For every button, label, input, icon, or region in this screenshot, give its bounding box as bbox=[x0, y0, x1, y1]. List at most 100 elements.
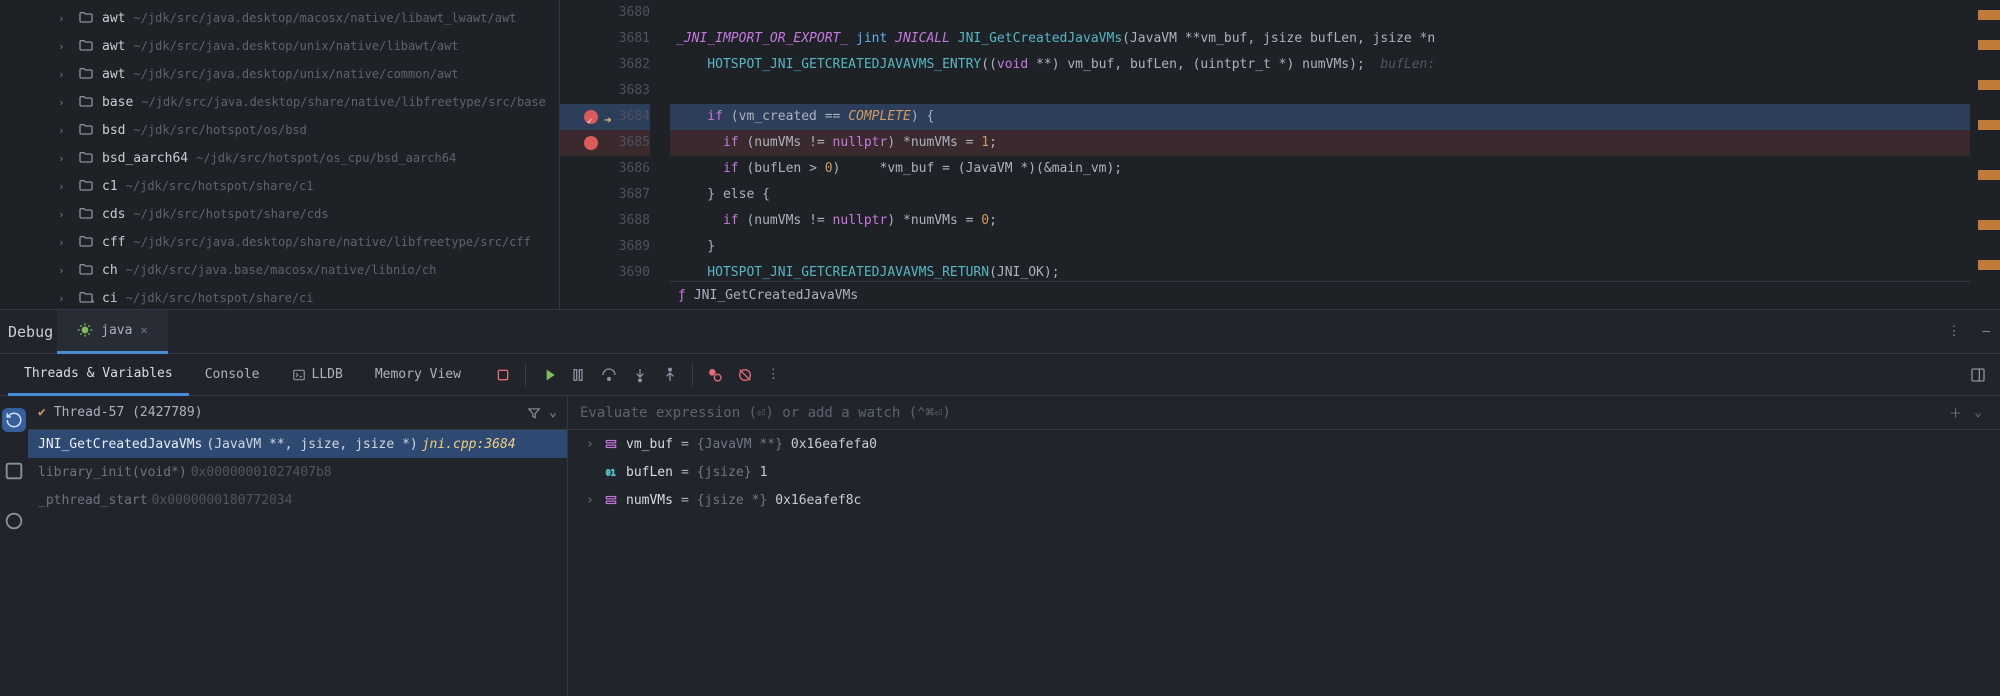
tab-memory-view[interactable]: Memory View bbox=[359, 354, 477, 396]
chevron-right-icon: › bbox=[58, 68, 70, 81]
tree-item-name: cds bbox=[102, 207, 125, 222]
mute-breakpoints-button[interactable] bbox=[737, 367, 753, 383]
editor-breadcrumb[interactable]: ƒ JNI_GetCreatedJavaVMs bbox=[670, 281, 1970, 309]
tree-item[interactable]: ›c1~/jdk/src/hotspot/share/c1 bbox=[0, 172, 559, 200]
tree-item-name: ci bbox=[102, 291, 118, 306]
tab-console[interactable]: Console bbox=[189, 354, 276, 396]
chevron-right-icon[interactable]: › bbox=[586, 493, 596, 508]
variable-value: 1 bbox=[760, 465, 768, 480]
tab-lldb[interactable]: LLDB bbox=[276, 354, 359, 396]
line-number: 3681 bbox=[560, 26, 650, 52]
more-icon[interactable]: ⋮ bbox=[1940, 324, 1968, 339]
frames-panel: ✔ Thread-57 (2427789) ⌄ JNI_GetCreatedJa… bbox=[28, 396, 568, 696]
stack-frame[interactable]: _pthread_start 0x0000000180772034 bbox=[28, 486, 567, 514]
chevron-right-icon: › bbox=[58, 124, 70, 137]
minimap[interactable] bbox=[1970, 0, 2000, 309]
add-watch-icon[interactable]: ＋ bbox=[1943, 403, 1968, 422]
evaluate-expression-input[interactable] bbox=[580, 405, 1943, 421]
tree-item-path: ~/jdk/src/hotspot/os/bsd bbox=[133, 123, 306, 137]
variable-row[interactable]: 01 bufLen = {jsize} 1 bbox=[568, 458, 2000, 486]
variable-row[interactable]: › vm_buf = {JavaVM **} 0x16eafefa0 bbox=[568, 430, 2000, 458]
code-line: if (bufLen > 0) *vm_buf = (JavaVM *)(&ma… bbox=[670, 156, 1970, 182]
rerun-icon[interactable] bbox=[2, 408, 26, 432]
folder-icon bbox=[78, 94, 94, 110]
line-number: 3689 bbox=[560, 234, 650, 260]
minimize-icon[interactable]: — bbox=[1972, 324, 2000, 339]
breadcrumb-function: JNI_GetCreatedJavaVMs bbox=[694, 288, 858, 303]
tree-item-path: ~/jdk/src/java.desktop/share/native/libf… bbox=[141, 95, 546, 109]
resume-button[interactable] bbox=[540, 367, 556, 383]
breakpoint-icon[interactable] bbox=[584, 110, 598, 124]
code-line: } else { bbox=[670, 182, 1970, 208]
tree-item-name: awt bbox=[102, 39, 125, 54]
close-icon[interactable]: ✕ bbox=[140, 323, 147, 337]
code-line: if (numVMs != nullptr) *numVMs = 0; bbox=[670, 208, 1970, 234]
debug-body: ✔ Thread-57 (2427789) ⌄ JNI_GetCreatedJa… bbox=[0, 396, 2000, 696]
more-actions-icon[interactable]: ⋮ bbox=[767, 367, 780, 382]
tree-item-name: awt bbox=[102, 67, 125, 82]
evaluate-expression-row: ＋ ⌄ bbox=[568, 396, 2000, 430]
run-config-tabs: Debug java ✕ ⋮ — bbox=[0, 310, 2000, 354]
tree-item[interactable]: ›bsd~/jdk/src/hotspot/os/bsd bbox=[0, 116, 559, 144]
function-icon: ƒ bbox=[678, 288, 686, 303]
chevron-right-icon: › bbox=[58, 236, 70, 249]
project-tree[interactable]: ›awt~/jdk/src/java.desktop/macosx/native… bbox=[0, 0, 560, 309]
tree-item-path: ~/jdk/src/java.base/macosx/native/libnio… bbox=[126, 263, 437, 277]
chevron-right-icon: › bbox=[58, 152, 70, 165]
chevron-down-icon[interactable]: ⌄ bbox=[549, 405, 557, 420]
tree-item-name: bsd_aarch64 bbox=[102, 151, 188, 166]
tree-item[interactable]: ›cff~/jdk/src/java.desktop/share/native/… bbox=[0, 228, 559, 256]
code-content[interactable]: _JNI_IMPORT_OR_EXPORT_ jint JNICALL JNI_… bbox=[670, 0, 1970, 309]
folder-icon bbox=[78, 178, 94, 194]
thread-selector[interactable]: ✔ Thread-57 (2427789) ⌄ bbox=[28, 396, 567, 430]
breakpoint-icon[interactable] bbox=[584, 136, 598, 150]
stop-button[interactable] bbox=[495, 367, 511, 383]
debug-title: Debug bbox=[8, 323, 53, 341]
filter-icon[interactable] bbox=[527, 406, 541, 420]
check-icon: ✔ bbox=[38, 405, 46, 420]
tree-item-path: ~/jdk/src/hotspot/os_cpu/bsd_aarch64 bbox=[196, 151, 456, 165]
step-out-button[interactable] bbox=[662, 367, 678, 383]
chevron-right-icon: › bbox=[58, 264, 70, 277]
editor-gutter[interactable]: 3680 3681 3682 3683 ➔3684 3685 3686 3687… bbox=[560, 0, 670, 309]
bug-icon bbox=[77, 322, 93, 338]
tree-item[interactable]: › bsd_aarch64 ~/jdk/src/hotspot/os_cpu/bsd… bbox=[0, 144, 559, 172]
tree-item[interactable]: ›cds~/jdk/src/hotspot/share/cds bbox=[0, 200, 559, 228]
layout-settings-icon[interactable] bbox=[1970, 367, 2000, 383]
frame-function: _pthread_start bbox=[38, 493, 148, 508]
folder-icon bbox=[78, 38, 94, 54]
tree-item[interactable]: ›base~/jdk/src/java.desktop/share/native… bbox=[0, 88, 559, 116]
line-number: 3690 bbox=[560, 260, 650, 286]
tree-item[interactable]: ›awt~/jdk/src/java.desktop/unix/native/l… bbox=[0, 32, 559, 60]
stack-frame[interactable]: library_init(void*) 0x00000001027407b8 bbox=[28, 458, 567, 486]
code-editor[interactable]: 3680 3681 3682 3683 ➔3684 3685 3686 3687… bbox=[560, 0, 2000, 309]
variable-type: {JavaVM **} bbox=[697, 437, 783, 452]
tree-item[interactable]: ›ch~/jdk/src/java.base/macosx/native/lib… bbox=[0, 256, 559, 284]
code-line: } bbox=[670, 234, 1970, 260]
frame-address: 0x00000001027407b8 bbox=[191, 465, 332, 480]
run-config-tab[interactable]: java ✕ bbox=[57, 310, 168, 354]
line-number: 3686 bbox=[560, 156, 650, 182]
primitive-icon: 01 bbox=[604, 465, 618, 479]
settings-icon[interactable] bbox=[3, 460, 25, 482]
tree-item[interactable]: ›awt~/jdk/src/java.desktop/unix/native/c… bbox=[0, 60, 559, 88]
variable-row[interactable]: › numVMs = {jsize *} 0x16eafef8c bbox=[568, 486, 2000, 514]
svg-text:01: 01 bbox=[606, 468, 616, 478]
chevron-down-icon[interactable]: ⌄ bbox=[1968, 405, 1988, 420]
pin-icon[interactable] bbox=[3, 510, 25, 532]
view-breakpoints-button[interactable] bbox=[707, 367, 723, 383]
step-into-button[interactable] bbox=[632, 367, 648, 383]
chevron-right-icon[interactable]: › bbox=[586, 437, 596, 452]
stack-frame[interactable]: JNI_GetCreatedJavaVMs(JavaVM **, jsize, … bbox=[28, 430, 567, 458]
line-number: ➔3684 bbox=[560, 104, 650, 130]
tab-threads-variables[interactable]: Threads & Variables bbox=[8, 354, 189, 396]
tree-item[interactable]: ›awt~/jdk/src/java.desktop/macosx/native… bbox=[0, 4, 559, 32]
line-number: 3687 bbox=[560, 182, 650, 208]
pause-button[interactable] bbox=[570, 367, 586, 383]
editor-area: ›awt~/jdk/src/java.desktop/macosx/native… bbox=[0, 0, 2000, 310]
step-over-button[interactable] bbox=[600, 367, 618, 383]
debug-side-rail bbox=[0, 396, 28, 696]
chevron-right-icon: › bbox=[58, 96, 70, 109]
tree-item[interactable]: ›ci~/jdk/src/hotspot/share/ci bbox=[0, 284, 559, 309]
debug-toolbar: Threads & Variables Console LLDB Memory … bbox=[0, 354, 2000, 396]
